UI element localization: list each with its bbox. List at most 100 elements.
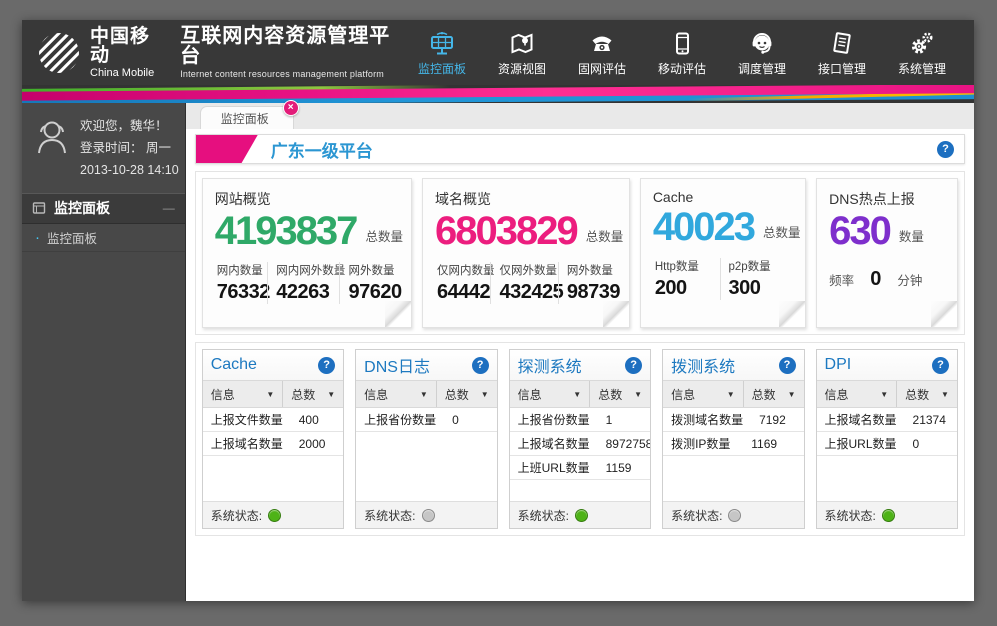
card-stat: p2p数量 300 <box>720 258 794 300</box>
column-header-info[interactable]: 信息 ▼ <box>510 381 591 407</box>
card-dns-hotspot: DNS热点上报 630 数量 频率 0 分钟 <box>816 178 958 328</box>
table-row: 上报省份数量 1 <box>510 408 650 432</box>
overview-group: 网站概览 4193837 总数量 网内数量 76332 <box>195 171 965 335</box>
sort-down-icon: ▼ <box>573 390 581 399</box>
panel-list-icon <box>32 201 46 215</box>
sidebar-submenu-monitor-panel[interactable]: · 监控面板 <box>22 224 185 252</box>
sort-down-icon: ▼ <box>788 390 796 399</box>
document-icon <box>829 28 855 57</box>
nav-item-fixed-network-eval[interactable]: 固网评估 <box>566 28 638 77</box>
row-value: 8972758 <box>598 437 650 451</box>
main-nav: 监控面板 资源视图 <box>406 28 974 77</box>
title-flag <box>196 135 258 163</box>
nav-item-interface-mgmt[interactable]: 接口管理 <box>806 28 878 77</box>
status-dot <box>422 509 435 522</box>
panel-dpi: DPI ? 信息 ▼ 总数 ▼ <box>816 349 958 529</box>
headset-icon <box>749 28 775 57</box>
stat-label: 网内网外数量 <box>276 262 331 278</box>
table-row: 拨测IP数量 1169 <box>663 432 803 456</box>
help-icon[interactable]: ? <box>625 357 642 374</box>
card-title: 网站概览 <box>215 189 399 209</box>
row-label: 上报文件数量 <box>203 411 291 428</box>
status-dot <box>728 509 741 522</box>
freq-value: 0 <box>870 268 881 291</box>
card-total-value: 6803829 <box>435 210 577 253</box>
column-header-total[interactable]: 总数 ▼ <box>283 381 343 407</box>
nav-item-dispatch-mgmt[interactable]: 调度管理 <box>726 28 798 77</box>
column-header-total[interactable]: 总数 ▼ <box>590 381 650 407</box>
card-title: Cache <box>653 189 793 205</box>
column-label: 信息 <box>518 386 542 403</box>
status-label: 系统状态: <box>825 507 876 524</box>
nav-item-monitor-panel[interactable]: 监控面板 <box>406 28 478 77</box>
map-icon <box>509 28 535 57</box>
column-label: 信息 <box>211 386 235 403</box>
table-row: 上报URL数量 0 <box>817 432 957 456</box>
gears-icon <box>909 28 935 57</box>
column-header-total[interactable]: 总数 ▼ <box>744 381 804 407</box>
card-cache-overview: Cache 40023 总数量 Http数量 200 <box>640 178 806 328</box>
help-icon[interactable]: ? <box>937 141 954 158</box>
row-value: 2000 <box>291 437 343 451</box>
row-label: 上报域名数量 <box>510 435 598 452</box>
row-label: 上班URL数量 <box>510 459 598 476</box>
card-total-value: 4193837 <box>215 210 357 253</box>
nav-label: 固网评估 <box>578 60 626 77</box>
brand-name-cn: 中国移动 <box>90 27 168 65</box>
sort-down-icon: ▼ <box>880 390 888 399</box>
nav-item-resource-view[interactable]: 资源视图 <box>486 28 558 77</box>
tab-close-icon[interactable]: × <box>283 100 299 116</box>
stat-label: 网外数量 <box>348 262 391 278</box>
row-label: 上报省份数量 <box>356 411 444 428</box>
sidebar-menu-label: 监控面板 <box>54 198 110 218</box>
sort-down-icon: ▼ <box>941 390 949 399</box>
stat-label: Http数量 <box>655 258 712 274</box>
card-stat: 网外数量 98739 <box>558 262 617 304</box>
tab-monitor-panel[interactable]: 监控面板 × <box>200 106 294 129</box>
platform-title-en: Internet content resources management pl… <box>180 70 406 79</box>
card-total-unit: 数量 <box>899 226 924 245</box>
sort-down-icon: ▼ <box>481 390 489 399</box>
row-label: 拨测域名数量 <box>663 411 751 428</box>
brand-ribbon <box>22 85 974 103</box>
china-mobile-logo-icon <box>36 30 82 76</box>
stat-value: 42263 <box>276 281 331 304</box>
row-value: 1159 <box>598 461 650 475</box>
stat-value: 64442 <box>437 281 482 304</box>
stat-label: 网内数量 <box>217 262 260 278</box>
help-icon[interactable]: ? <box>472 357 489 374</box>
column-label: 总数 <box>905 386 929 403</box>
brand-names: 中国移动 China Mobile <box>90 27 168 79</box>
user-info: 欢迎您，魏华！ 登录时间： 周一 2013-10-28 14:10 <box>80 116 179 182</box>
nav-item-system-mgmt[interactable]: 系统管理 <box>886 28 958 77</box>
column-header-info[interactable]: 信息 ▼ <box>817 381 898 407</box>
card-website-overview: 网站概览 4193837 总数量 网内数量 76332 <box>202 178 412 328</box>
column-header-total[interactable]: 总数 ▼ <box>897 381 957 407</box>
sort-down-icon: ▼ <box>327 390 335 399</box>
help-icon[interactable]: ? <box>318 357 335 374</box>
panel-title: DPI <box>825 356 852 374</box>
table-row: 拨测域名数量 7192 <box>663 408 803 432</box>
help-icon[interactable]: ? <box>779 357 796 374</box>
column-header-info[interactable]: 信息 ▼ <box>356 381 437 407</box>
platform-title: 互联网内容资源管理平台 Internet content resources m… <box>180 26 406 79</box>
panel-title: Cache <box>211 356 257 374</box>
collapse-icon[interactable]: — <box>163 201 175 215</box>
table-row: 上报域名数量 8972758 <box>510 432 650 456</box>
nav-label: 资源视图 <box>498 60 546 77</box>
status-label: 系统状态: <box>364 507 415 524</box>
column-header-info[interactable]: 信息 ▼ <box>663 381 744 407</box>
column-label: 信息 <box>671 386 695 403</box>
bullet-icon: · <box>35 230 40 245</box>
column-header-info[interactable]: 信息 ▼ <box>203 381 284 407</box>
card-stat: 网内数量 76332 <box>215 262 268 304</box>
nav-label: 监控面板 <box>418 60 466 77</box>
row-value: 1 <box>598 413 650 427</box>
sidebar-menu-monitor-panel[interactable]: 监控面板 — <box>22 193 185 224</box>
stat-label: 网外数量 <box>567 262 609 278</box>
nav-item-mobile-eval[interactable]: 移动评估 <box>646 28 718 77</box>
status-dot <box>575 509 588 522</box>
column-header-total[interactable]: 总数 ▼ <box>437 381 497 407</box>
app-header: 中国移动 China Mobile 互联网内容资源管理平台 Internet c… <box>22 20 974 85</box>
help-icon[interactable]: ? <box>932 357 949 374</box>
